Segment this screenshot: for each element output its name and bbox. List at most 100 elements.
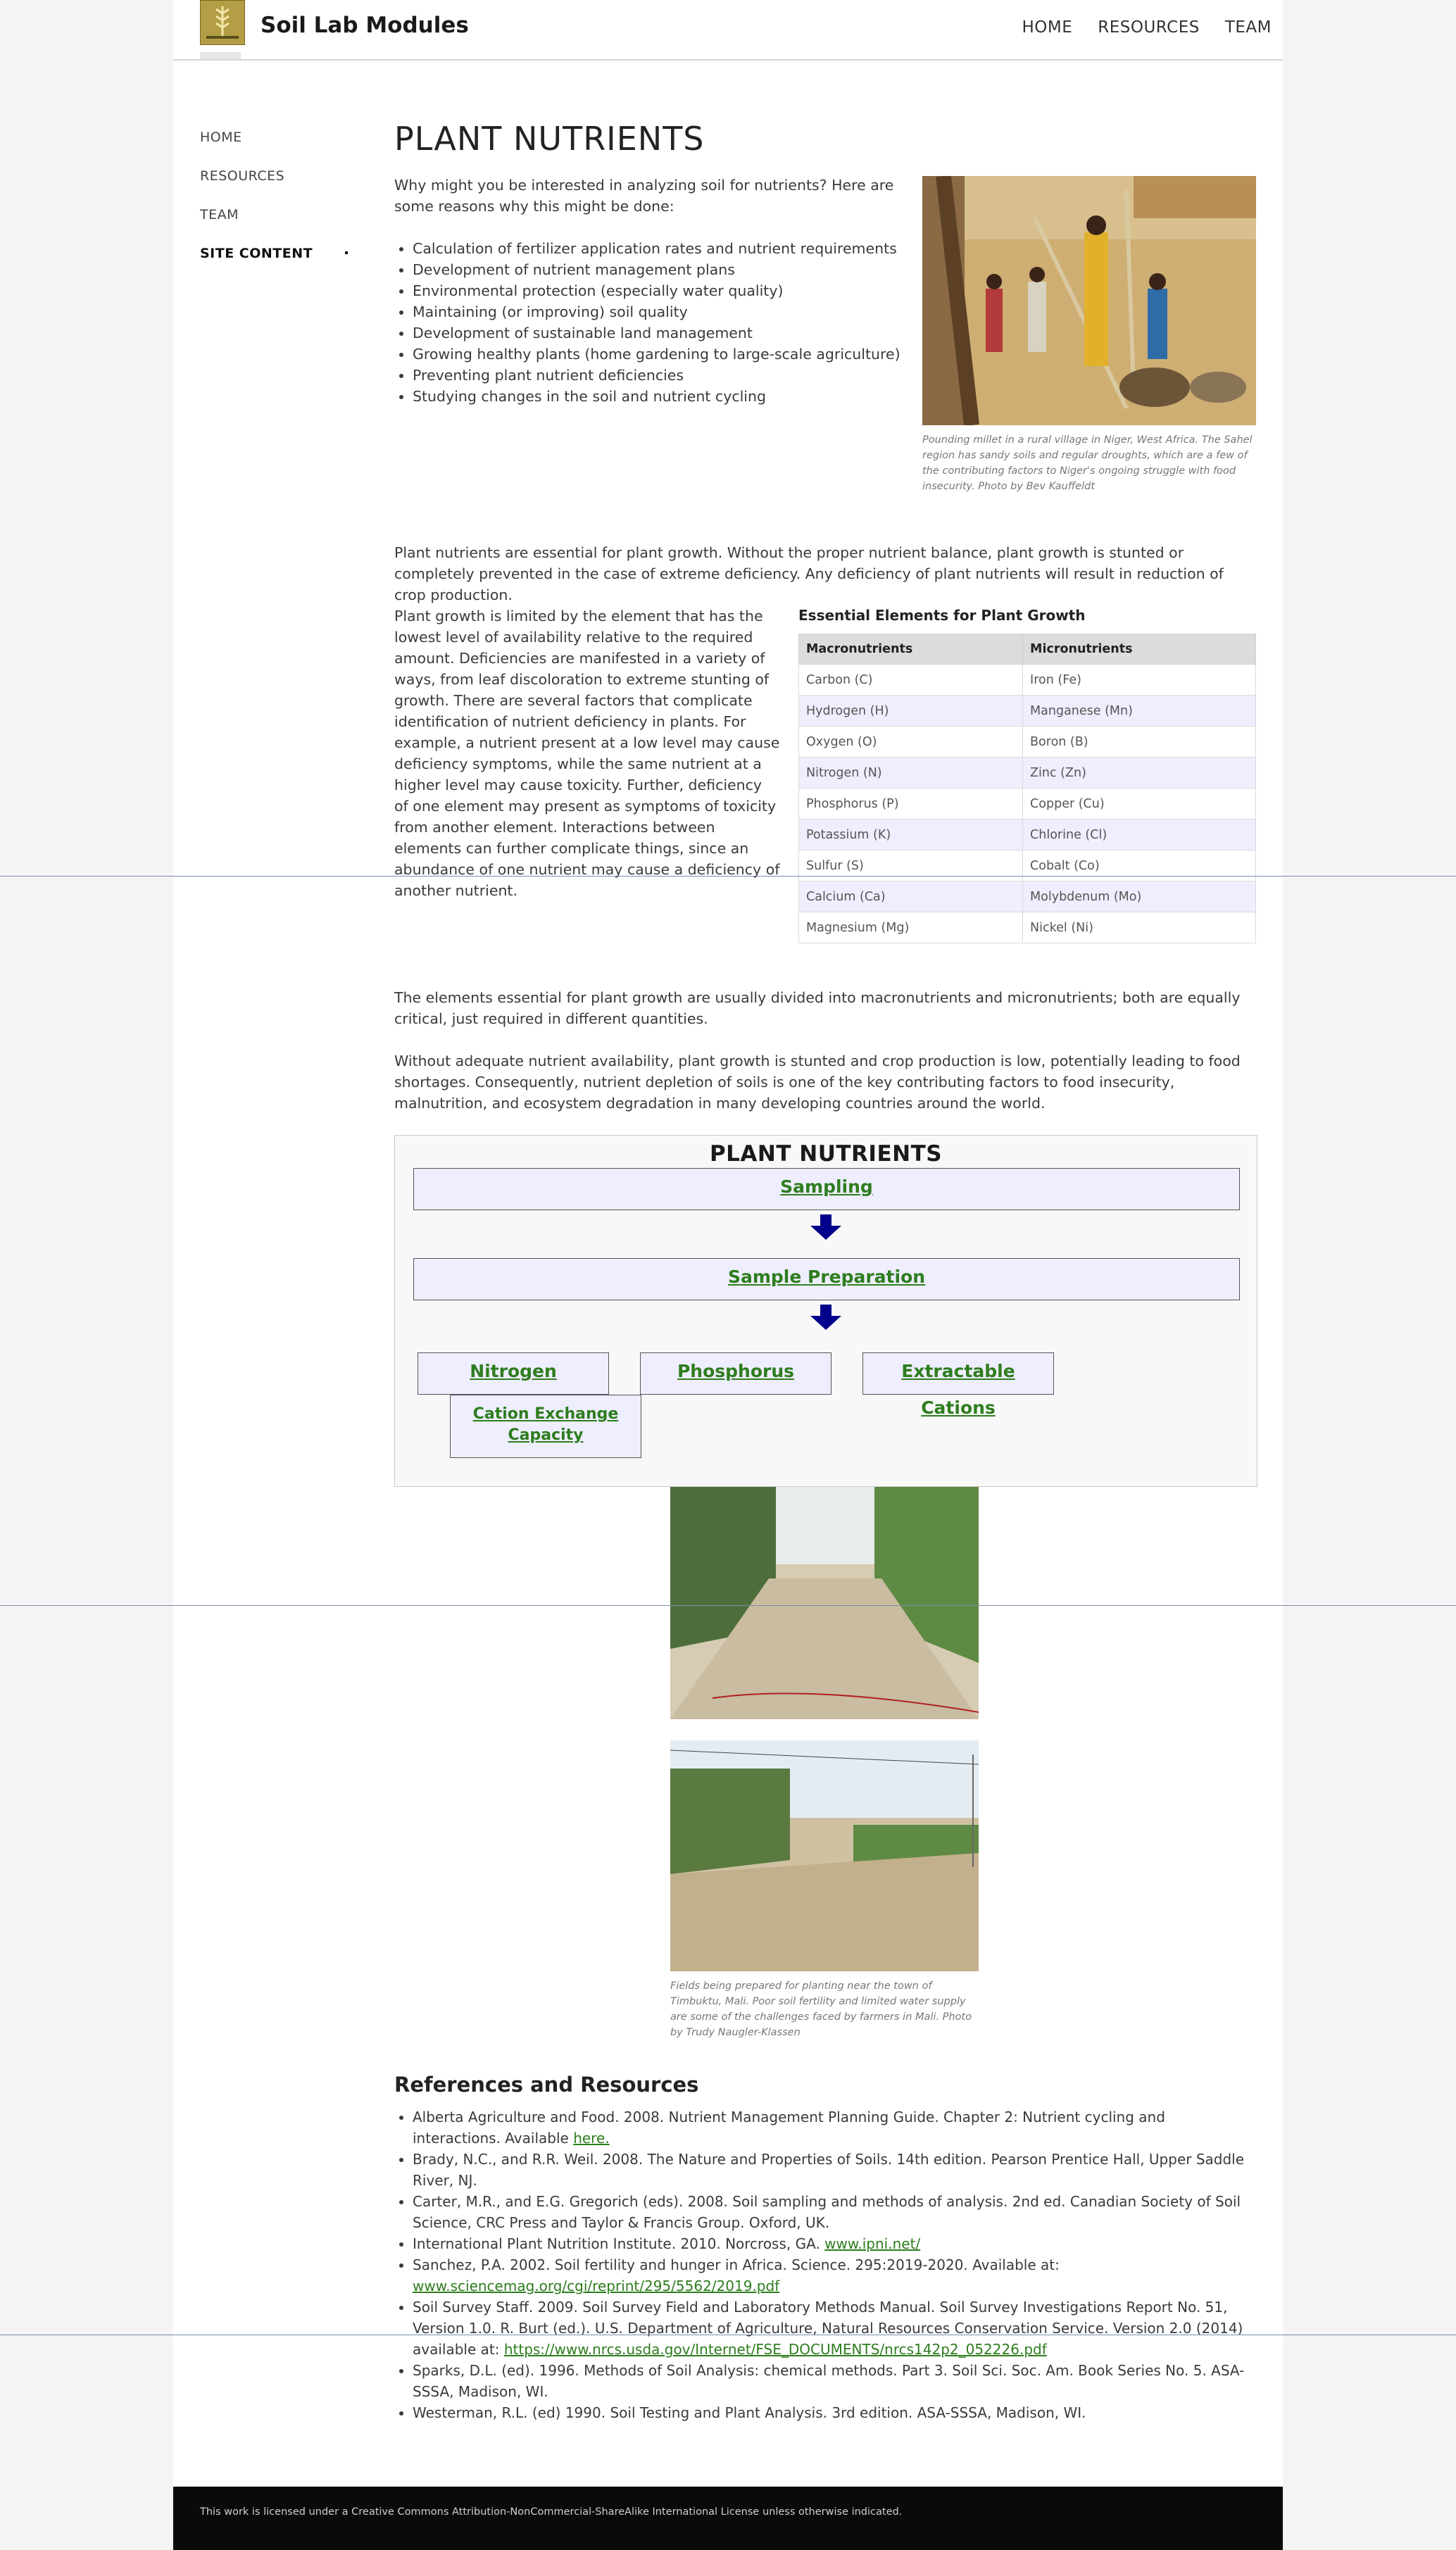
nav-resources[interactable]: RESOURCES <box>1098 18 1200 37</box>
ref-link[interactable]: https://www.nrcs.usda.gov/Internet/FSE_D… <box>504 2341 1047 2358</box>
table-cell: Copper (Cu) <box>1022 788 1256 819</box>
table-cell: Iron (Fe) <box>1022 664 1256 696</box>
list-item: Brady, N.C., and R.R. Weil. 2008. The Na… <box>413 2149 1257 2191</box>
page: Soil Lab Modules HOME RESOURCES TEAM HOM… <box>173 0 1283 2550</box>
divider <box>0 1605 1456 1606</box>
site-footer: This work is licensed under a Creative C… <box>173 2487 1283 2550</box>
paragraph: The elements essential for plant growth … <box>394 989 1241 1027</box>
list-item: Studying changes in the soil and nutrien… <box>413 386 934 407</box>
sidebar-item-team[interactable]: TEAM <box>200 207 348 222</box>
sidebar-item-home[interactable]: HOME <box>200 130 348 145</box>
list-item: Carter, M.R., and E.G. Gregorich (eds). … <box>413 2191 1257 2233</box>
sidebar-item-label: SITE CONTENT <box>200 246 313 261</box>
table-cell: Potassium (K) <box>798 819 1024 850</box>
list-item: International Plant Nutrition Institute.… <box>413 2233 1257 2254</box>
caret-icon <box>345 251 348 254</box>
list-item: Calculation of fertilizer application ra… <box>413 238 934 259</box>
flow-title: PLANT NUTRIENTS <box>709 1141 943 1167</box>
nitrogen-link[interactable]: Nitrogen <box>470 1361 557 1381</box>
table-row: Calcium (Ca) Molybdenum (Mo) <box>798 881 1256 912</box>
list-item: Preventing plant nutrient deficiencies <box>413 365 934 386</box>
table-cell: Chlorine (Cl) <box>1022 819 1256 850</box>
ref-link[interactable]: here. <box>573 2130 609 2147</box>
phosphorus-link[interactable]: Phosphorus <box>677 1361 794 1381</box>
reasons-list: Calculation of fertilizer application ra… <box>394 238 934 407</box>
ref-text: Westerman, R.L. (ed) 1990. Soil Testing … <box>413 2404 1086 2421</box>
table-cell: Manganese (Mn) <box>1022 695 1256 727</box>
list-item: Sanchez, P.A. 2002. Soil fertility and h… <box>413 2254 1257 2297</box>
sample-preparation-link[interactable]: Sample Preparation <box>728 1267 925 1287</box>
photo-caption: Fields being prepared for planting near … <box>670 1980 972 2038</box>
top-nav: HOME RESOURCES TEAM <box>1022 18 1272 37</box>
table-cell: Oxygen (O) <box>798 726 1024 758</box>
table-cell: Calcium (Ca) <box>798 881 1024 912</box>
table-row: Nitrogen (N) Zinc (Zn) <box>798 757 1256 789</box>
table-header: Macronutrients <box>798 634 1024 665</box>
table-cell: Nitrogen (N) <box>798 757 1024 789</box>
table-header: Micronutrients <box>1022 634 1256 665</box>
list-item: Sparks, D.L. (ed). 1996. Methods of Soil… <box>413 2360 1257 2402</box>
table-row: Carbon (C) Iron (Fe) <box>798 664 1256 696</box>
sidebar-item-site-content[interactable]: SITE CONTENT <box>200 246 348 261</box>
license-text: This work is licensed under a Creative C… <box>200 2506 903 2518</box>
flow-box-phosphorus: Phosphorus <box>640 1352 831 1395</box>
arrow-down-icon <box>810 1305 841 1330</box>
essential-elements-table: Macronutrients Micronutrients Carbon (C)… <box>798 634 1256 943</box>
ref-text: Carter, M.R., and E.G. Gregorich (eds). … <box>413 2193 1241 2231</box>
ref-text: International Plant Nutrition Institute.… <box>413 2235 825 2252</box>
arrow-down-icon <box>810 1214 841 1240</box>
extractable-cations-link[interactable]: Extractable Cations <box>901 1361 1015 1418</box>
table-cell: Molybdenum (Mo) <box>1022 881 1256 912</box>
list-item: Environmental protection (especially wat… <box>413 280 934 301</box>
millet-village-photo <box>922 176 1256 425</box>
site-logo[interactable] <box>200 0 245 45</box>
divider <box>0 876 1456 877</box>
list-item: Soil Survey Staff. 2009. Soil Survey Fie… <box>413 2297 1257 2360</box>
table-cell: Boron (B) <box>1022 726 1256 758</box>
sidebar: HOME RESOURCES TEAM SITE CONTENT <box>200 130 348 284</box>
list-item: Development of sustainable land manageme… <box>413 322 934 344</box>
ref-text: Sanchez, P.A. 2002. Soil fertility and h… <box>413 2256 1060 2273</box>
photo-caption: Pounding millet in a rural village in Ni… <box>922 434 1253 492</box>
plant-nutrients-flow-diagram: PLANT NUTRIENTS Sampling Sample Preparat… <box>394 1135 1257 1487</box>
table-cell: Magnesium (Mg) <box>798 912 1024 943</box>
table-cell: Phosphorus (P) <box>798 788 1024 819</box>
sampling-link[interactable]: Sampling <box>780 1176 873 1197</box>
site-title[interactable]: Soil Lab Modules <box>261 13 469 38</box>
list-item: Maintaining (or improving) soil quality <box>413 301 934 322</box>
page-title: PLANT NUTRIENTS <box>394 120 705 158</box>
table-row: Magnesium (Mg) Nickel (Ni) <box>798 912 1256 943</box>
ref-text: Alberta Agriculture and Food. 2008. Nutr… <box>413 2109 1165 2147</box>
list-item: Development of nutrient management plans <box>413 259 934 280</box>
wheat-logo-icon <box>201 1 244 44</box>
references-list: Alberta Agriculture and Food. 2008. Nutr… <box>394 2106 1257 2423</box>
paragraph: Plant growth is limited by the element t… <box>394 608 780 899</box>
table-row: Potassium (K) Chlorine (Cl) <box>798 819 1256 850</box>
flow-box-extractable-cations: Extractable Cations <box>862 1352 1054 1418</box>
references-heading: References and Resources <box>394 2073 699 2097</box>
logo-underline <box>200 52 241 59</box>
ref-text: Sparks, D.L. (ed). 1996. Methods of Soil… <box>413 2362 1245 2400</box>
intro-text: Why might you be interested in analyzing… <box>394 177 894 215</box>
ref-link[interactable]: www.sciencemag.org/cgi/reprint/295/5562/… <box>413 2278 779 2294</box>
sidebar-item-resources[interactable]: RESOURCES <box>200 168 348 184</box>
table-title: Essential Elements for Plant Growth <box>798 607 1086 624</box>
list-item: Growing healthy plants (home gardening t… <box>413 344 934 365</box>
ref-text: Brady, N.C., and R.R. Weil. 2008. The Na… <box>413 2151 1245 2189</box>
field-photo-1 <box>670 1487 979 1719</box>
nav-team[interactable]: TEAM <box>1225 18 1272 37</box>
table-row: Phosphorus (P) Copper (Cu) <box>798 788 1256 819</box>
flow-box-sampling: Sampling <box>413 1168 1240 1210</box>
table-row: Oxygen (O) Boron (B) <box>798 726 1256 758</box>
list-item: Westerman, R.L. (ed) 1990. Soil Testing … <box>413 2402 1257 2423</box>
nav-home[interactable]: HOME <box>1022 18 1072 37</box>
ref-link[interactable]: www.ipni.net/ <box>824 2235 920 2252</box>
flow-box-cec: Cation Exchange Capacity <box>450 1395 641 1458</box>
site-header: Soil Lab Modules HOME RESOURCES TEAM <box>173 0 1283 61</box>
cec-link[interactable]: Cation Exchange Capacity <box>451 1395 641 1446</box>
list-item: Alberta Agriculture and Food. 2008. Nutr… <box>413 2106 1257 2149</box>
flow-box-nitrogen: Nitrogen <box>418 1352 609 1395</box>
table-row: Hydrogen (H) Manganese (Mn) <box>798 695 1256 727</box>
table-cell: Zinc (Zn) <box>1022 757 1256 789</box>
table-cell: Carbon (C) <box>798 664 1024 696</box>
